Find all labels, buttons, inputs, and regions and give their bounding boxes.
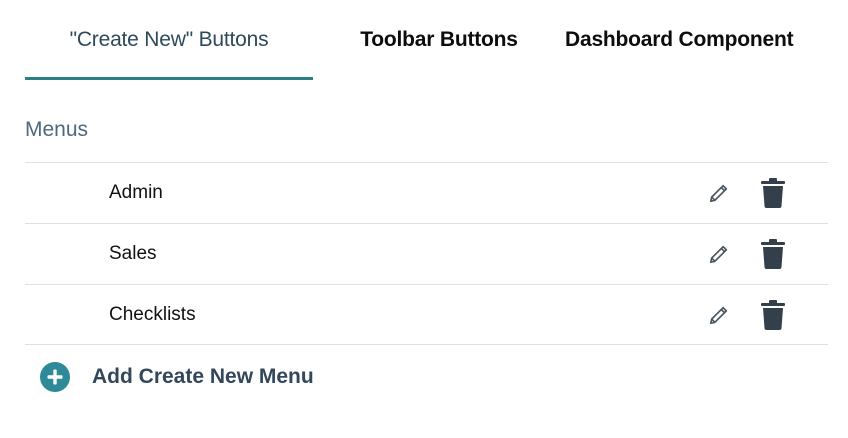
delete-button[interactable] <box>758 238 788 270</box>
menu-row: Admin <box>25 162 828 223</box>
add-create-new-menu-button[interactable]: Add Create New Menu <box>40 362 314 392</box>
tab-create-new-buttons[interactable]: "Create New" Buttons <box>25 0 313 80</box>
pencil-icon <box>709 306 728 324</box>
plus-circle-icon <box>40 362 70 392</box>
delete-button[interactable] <box>758 299 788 331</box>
edit-button[interactable] <box>706 241 732 267</box>
delete-button[interactable] <box>758 177 788 209</box>
trash-icon <box>761 178 785 208</box>
trash-icon <box>761 239 785 269</box>
page: "Create New" Buttons Toolbar Buttons Das… <box>0 0 848 438</box>
tab-dashboard-component[interactable]: Dashboard Component <box>565 0 828 80</box>
menu-label: Checklists <box>109 303 196 325</box>
tab-toolbar-buttons[interactable]: Toolbar Buttons <box>313 0 565 80</box>
section-title: Menus <box>25 118 89 141</box>
add-menu-label: Add Create New Menu <box>92 365 314 388</box>
tab-bar: "Create New" Buttons Toolbar Buttons Das… <box>25 0 828 80</box>
menu-list: Admin Sales Checklists <box>25 162 828 345</box>
menu-label: Sales <box>109 243 157 264</box>
edit-button[interactable] <box>706 180 732 206</box>
pencil-icon <box>709 184 728 203</box>
edit-button[interactable] <box>706 302 732 328</box>
pencil-icon <box>709 245 728 264</box>
menu-row: Checklists <box>25 284 828 345</box>
menu-label: Admin <box>109 182 163 203</box>
menu-row: Sales <box>25 223 828 284</box>
trash-icon <box>761 299 785 330</box>
